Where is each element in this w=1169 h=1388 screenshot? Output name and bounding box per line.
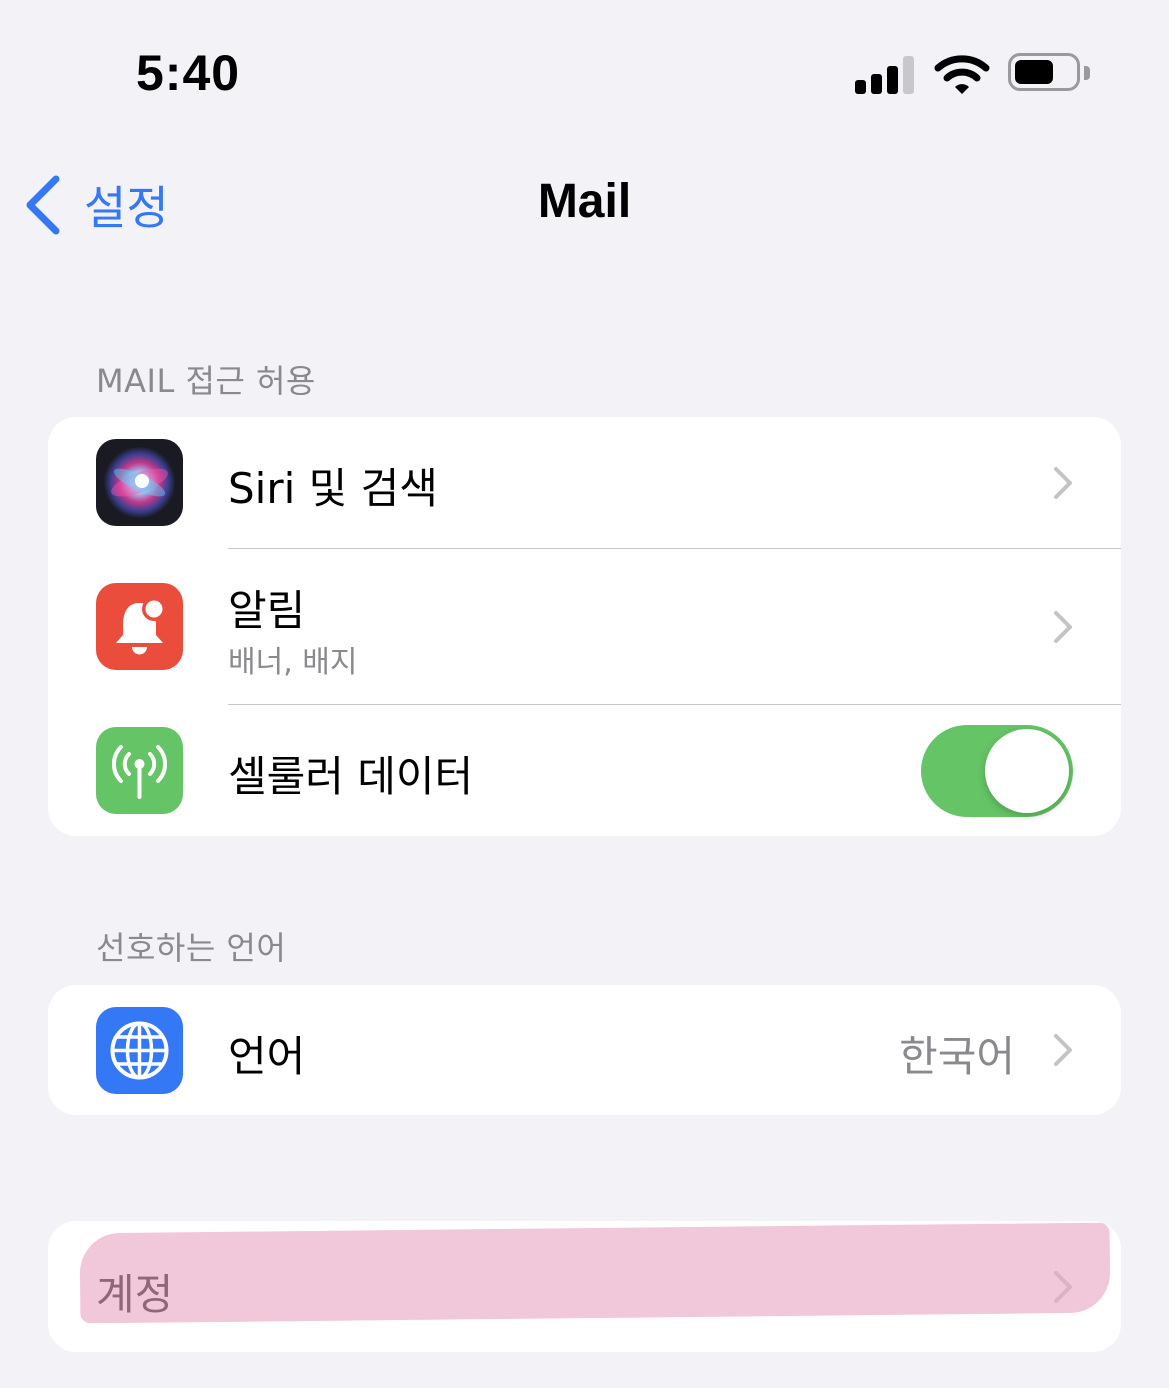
language-group: 언어 한국어 [48,985,1121,1115]
chevron-right-icon [1054,611,1072,643]
access-group: Siri 및 검색 알림 배너, 배지 셀룰러 데이터 [48,417,1121,836]
status-bar: 5:40 [0,0,1169,140]
siri-search-row[interactable]: Siri 및 검색 [48,417,1121,548]
language-value: 한국어 [899,1032,1015,1081]
siri-search-label: Siri 및 검색 [228,464,438,513]
battery-tip [1084,66,1090,80]
cellular-signal-icon [855,56,917,94]
toggle-knob [985,729,1069,813]
section-header-language: 선호하는 언어 [96,929,287,967]
cellular-data-label: 셀룰러 데이터 [228,752,474,801]
chevron-right-icon [1054,1034,1072,1066]
notifications-subtitle: 배너, 배지 [228,645,358,680]
language-row[interactable]: 언어 한국어 [48,985,1121,1115]
notifications-row[interactable]: 알림 배너, 배지 [48,549,1121,704]
section-header-access: MAIL 접근 허용 [96,362,316,400]
redaction-highlight [79,1222,1111,1324]
language-label: 언어 [228,1032,306,1081]
cellular-data-row: 셀룰러 데이터 [48,705,1121,836]
notifications-label: 알림 [228,586,306,635]
battery-icon [1008,53,1080,91]
wifi-icon [934,55,990,94]
chevron-right-icon [1054,467,1072,499]
siri-icon [96,439,183,526]
navigation-bar: 설정 Mail [0,160,1169,250]
cellular-data-toggle[interactable] [921,725,1073,817]
bell-icon [96,583,183,670]
globe-icon [96,1007,183,1094]
status-time: 5:40 [136,45,241,101]
page-title: Mail [537,175,632,228]
antenna-icon [96,727,183,814]
